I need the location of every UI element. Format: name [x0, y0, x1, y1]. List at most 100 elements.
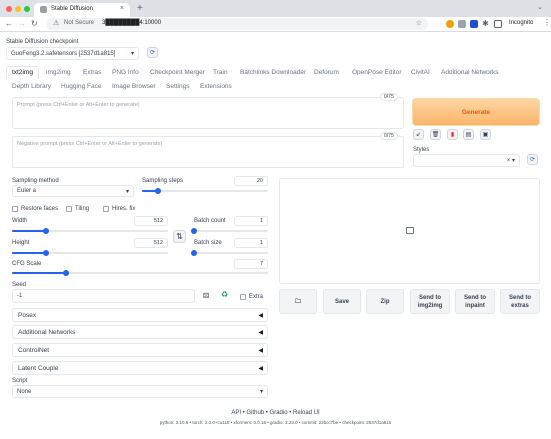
new-tab-button[interactable]: +: [137, 3, 143, 14]
sampling-method-dropdown[interactable]: Euler a ▾: [12, 185, 134, 197]
sidebar-icon[interactable]: [494, 20, 502, 28]
tab-png-info[interactable]: PNG Info: [112, 69, 139, 76]
batch-count-slider[interactable]: [191, 228, 268, 234]
restore-faces-label: Restore faces: [21, 206, 59, 212]
puzzle-icon[interactable]: ✱: [482, 19, 489, 28]
height-slider[interactable]: [12, 250, 168, 256]
tab-settings[interactable]: Settings: [166, 83, 190, 90]
accordion-controlnet[interactable]: ControlNet ◀: [12, 343, 268, 357]
security-label: Not Secure: [64, 20, 95, 26]
refresh-styles-button[interactable]: ⟳: [527, 154, 538, 165]
tab-train[interactable]: Train: [213, 69, 228, 76]
tab-txt2img[interactable]: txt2img: [12, 69, 33, 76]
tab-image-browser[interactable]: Image Browser: [112, 83, 156, 90]
sampling-steps-input[interactable]: 20: [234, 176, 268, 186]
accordion-posex[interactable]: Posex ◀: [12, 308, 268, 322]
batch-size-slider[interactable]: [191, 250, 268, 256]
warning-icon: ⚠: [53, 20, 60, 27]
address-bar[interactable]: ⚠ Not Secure 3████████4:10000 ☆: [46, 18, 428, 30]
tab-close-icon[interactable]: ×: [120, 5, 124, 12]
script-value: None: [17, 388, 32, 395]
tab-civitai[interactable]: CivitAI: [411, 69, 430, 76]
reload-icon[interactable]: ↻: [31, 19, 38, 28]
save-button[interactable]: Save: [323, 289, 361, 314]
apply-style-button[interactable]: ▤: [463, 129, 474, 140]
tab-openpose-editor[interactable]: OpenPose Editor: [352, 69, 402, 76]
footer-links[interactable]: API • Github • Gradio • Reload UI: [0, 410, 551, 416]
send-to-img2img-button[interactable]: Send to img2img: [410, 289, 450, 314]
random-seed-button[interactable]: ⚄: [203, 292, 209, 300]
read-params-button[interactable]: ↙: [413, 129, 424, 140]
maximize-window-button[interactable]: [24, 6, 30, 12]
swap-dimensions-button[interactable]: ⇅: [173, 230, 186, 243]
tab-search-icon[interactable]: ⌄: [537, 3, 543, 11]
slider-thumb[interactable]: [62, 270, 69, 276]
menu-icon[interactable]: ⋮: [543, 18, 551, 27]
tab-extensions[interactable]: Extensions: [200, 83, 232, 90]
tab-additional-networks[interactable]: Additional Networks: [441, 69, 498, 76]
accordion-label: Latent Couple: [18, 365, 59, 372]
batch-count-input[interactable]: 1: [234, 216, 268, 226]
back-icon[interactable]: ←: [5, 19, 13, 28]
tab-extras[interactable]: Extras: [83, 69, 101, 76]
profile-badge[interactable]: Incognito: [509, 20, 533, 26]
close-window-button[interactable]: [6, 6, 12, 12]
open-folder-button[interactable]: 🗀: [279, 289, 317, 314]
tab-hugging-face[interactable]: Hugging Face: [61, 83, 101, 90]
negative-prompt-input[interactable]: Negative prompt (press Ctrl+Enter or Alt…: [12, 136, 404, 168]
prompt-input[interactable]: Prompt (press Ctrl+Enter or Alt+Enter to…: [12, 97, 404, 129]
send-to-inpaint-button[interactable]: Send to inpaint: [455, 289, 495, 314]
accordion-latent-couple[interactable]: Latent Couple ◀: [12, 361, 268, 375]
tab-title: Stable Diffusion: [51, 6, 93, 12]
clear-icon[interactable]: ×: [507, 158, 511, 164]
cfg-scale-slider[interactable]: [12, 270, 268, 276]
sampling-steps-slider[interactable]: [142, 188, 268, 194]
styles-dropdown[interactable]: × ▾: [413, 154, 520, 167]
negative-prompt-token-counter: 0/75: [380, 132, 398, 140]
sampling-method-value: Euler a: [17, 188, 37, 194]
restore-faces-checkbox[interactable]: [12, 206, 18, 212]
batch-count-label: Batch count: [194, 218, 226, 224]
extension-icon[interactable]: [446, 20, 454, 28]
extension-icon[interactable]: [458, 20, 466, 28]
forward-icon[interactable]: →: [18, 19, 26, 28]
extra-networks-button[interactable]: ▮: [447, 129, 458, 140]
slider-thumb[interactable]: [191, 250, 197, 256]
slider-thumb[interactable]: [43, 228, 50, 234]
seed-label: Seed: [12, 282, 27, 288]
cfg-scale-input[interactable]: 7: [234, 259, 268, 269]
arrow-icon: ↙: [415, 132, 422, 138]
tiling-checkbox[interactable]: [66, 206, 72, 212]
slider-thumb[interactable]: [43, 250, 50, 256]
refresh-checkpoint-button[interactable]: ⟳: [147, 47, 158, 58]
save-style-button[interactable]: ▣: [480, 129, 491, 140]
clear-prompt-button[interactable]: 🗑: [430, 129, 441, 140]
trash-icon: 🗑: [431, 132, 440, 138]
width-slider[interactable]: [12, 228, 168, 234]
tab-img2img[interactable]: img2img: [46, 69, 71, 76]
minimize-window-button[interactable]: [15, 6, 21, 12]
generate-button[interactable]: Generate: [412, 98, 540, 126]
image-placeholder-icon: [406, 227, 414, 234]
checkpoint-dropdown[interactable]: GuoFeng3.2.safetensors [2537d1a815] ▾: [6, 47, 139, 60]
script-dropdown[interactable]: None ▾: [12, 385, 268, 398]
extra-seed-checkbox[interactable]: [240, 294, 246, 300]
star-icon[interactable]: ☆: [416, 19, 422, 27]
tab-batchlinks-downloader[interactable]: Batchlinks Downloader: [240, 69, 306, 76]
browser-tab[interactable]: Stable Diffusion ×: [34, 3, 130, 17]
seed-input[interactable]: -1: [12, 289, 195, 303]
tab-depth-library[interactable]: Depth Library: [12, 83, 51, 90]
zip-button[interactable]: Zip: [366, 289, 404, 314]
slider-thumb[interactable]: [191, 228, 197, 234]
width-input[interactable]: 512: [134, 216, 168, 226]
slider-thumb[interactable]: [155, 188, 162, 194]
reuse-seed-button[interactable]: ♻: [221, 290, 228, 299]
send-to-extras-button[interactable]: Send to extras: [500, 289, 540, 314]
batch-size-input[interactable]: 1: [234, 238, 268, 248]
hires-fix-checkbox[interactable]: [103, 206, 109, 212]
extension-icon[interactable]: [470, 20, 478, 28]
tab-deforum[interactable]: Deforum: [314, 69, 339, 76]
height-input[interactable]: 512: [134, 238, 168, 248]
tab-checkpoint-merger[interactable]: Checkpoint Merger: [150, 69, 205, 76]
accordion-additional-networks[interactable]: Additional Networks ◀: [12, 325, 268, 339]
